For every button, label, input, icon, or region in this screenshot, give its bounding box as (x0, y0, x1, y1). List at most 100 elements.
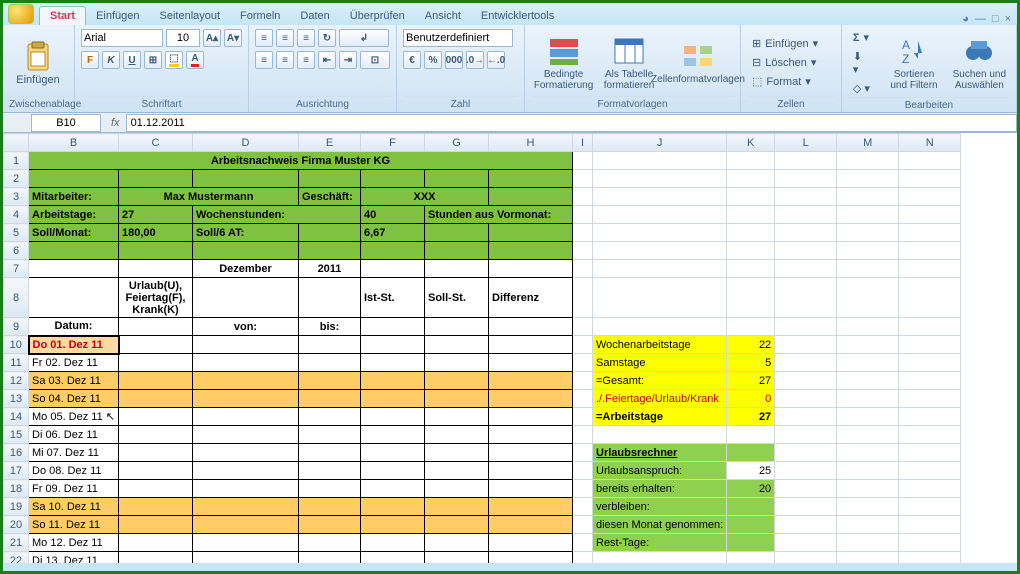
align-top-icon[interactable]: ≡ (255, 29, 273, 47)
side-val-3: 0 (727, 390, 775, 408)
align-left-icon[interactable]: ≡ (255, 51, 273, 69)
formula-input[interactable] (126, 114, 1017, 132)
group-number: Zahl (403, 96, 518, 110)
col-header-G[interactable]: G (425, 134, 489, 152)
col-header-L[interactable]: L (775, 134, 837, 152)
col-header-I[interactable]: I (573, 134, 593, 152)
insert-cells-button[interactable]: ⊞Einfügen ▾ (747, 35, 823, 52)
maximize-icon[interactable]: □ (992, 13, 999, 25)
ribbon-tabs: Start Einfügen Seitenlayout Formeln Date… (3, 3, 1017, 25)
sort-filter-button[interactable]: AZ Sortieren und Filtern (883, 30, 944, 96)
col-header-F[interactable]: F (361, 134, 425, 152)
minimize-icon[interactable]: — (975, 13, 986, 25)
name-box[interactable] (31, 114, 101, 132)
title-cell[interactable]: Arbeitsnachweis Firma Muster KG (29, 152, 573, 170)
bold-button[interactable]: F (81, 51, 99, 69)
side-val-11 (727, 534, 775, 552)
office-button[interactable] (8, 4, 34, 24)
delete-cells-button[interactable]: ⊟Löschen ▾ (747, 54, 823, 71)
autosum-button[interactable]: Σ ▾ (848, 29, 875, 46)
fill-color-button[interactable]: ⬚ (165, 51, 183, 69)
group-edit: Bearbeiten (848, 97, 1010, 111)
side-label-10: diesen Monat genommen: (593, 516, 727, 534)
col-header-K[interactable]: K (727, 134, 775, 152)
svg-text:A: A (902, 38, 910, 52)
find-select-button[interactable]: Suchen und Auswählen (949, 30, 1010, 96)
col-header-N[interactable]: N (899, 134, 961, 152)
dec-decimal-icon[interactable]: ←.0 (487, 51, 505, 69)
percent-icon[interactable]: % (424, 51, 442, 69)
font-color-button[interactable]: A (186, 51, 204, 69)
side-val-2: 27 (727, 372, 775, 390)
fill-button[interactable]: ⬇ ▾ (848, 48, 875, 78)
tab-einfuegen[interactable]: Einfügen (86, 7, 149, 25)
orientation-icon[interactable]: ↻ (318, 29, 336, 47)
number-format-select[interactable] (403, 29, 513, 47)
help-icon[interactable]: ◕ (962, 13, 969, 25)
side-val-4: 27 (727, 408, 775, 426)
tab-ueberpruefen[interactable]: Überprüfen (340, 7, 415, 25)
group-clipboard: Zwischenablage (9, 96, 68, 110)
inc-decimal-icon[interactable]: .0→ (466, 51, 484, 69)
col-header-D[interactable]: D (193, 134, 299, 152)
side-label-8: bereits erhalten: (593, 480, 727, 498)
clear-button[interactable]: ◇ ▾ (848, 80, 875, 97)
tab-entwicklertools[interactable]: Entwicklertools (471, 7, 564, 25)
col-header-B[interactable]: B (29, 134, 119, 152)
binoculars-icon (963, 35, 995, 67)
side-val-8: 20 (727, 480, 775, 498)
worksheet[interactable]: BCDEFGHIJKLMN1Arbeitsnachweis Firma Must… (3, 133, 1017, 563)
wrap-text-button[interactable]: ↲ (339, 29, 389, 47)
close-icon[interactable]: × (1005, 13, 1011, 25)
comma-icon[interactable]: 000 (445, 51, 463, 69)
clipboard-icon (22, 40, 54, 72)
side-label-1: Samstage (593, 354, 727, 372)
side-val-1: 5 (727, 354, 775, 372)
conditional-formatting-button[interactable]: Bedingte Formatierung (531, 30, 596, 96)
astable-label: Als Tabelle formatieren (601, 69, 657, 91)
tab-seitenlayout[interactable]: Seitenlayout (150, 7, 231, 25)
paste-button[interactable]: Einfügen (9, 30, 67, 96)
format-cells-button[interactable]: ⬚Format ▾ (747, 73, 823, 90)
svg-text:Z: Z (902, 52, 909, 66)
cell-styles-button[interactable]: Zellenformatvorlagen (662, 30, 734, 96)
cond-label: Bedingte Formatierung (532, 69, 595, 91)
tab-daten[interactable]: Daten (290, 7, 339, 25)
side-label-7: Urlaubsanspruch: (593, 462, 727, 480)
tab-start[interactable]: Start (39, 6, 86, 25)
align-right-icon[interactable]: ≡ (297, 51, 315, 69)
grow-font-icon[interactable]: A▴ (203, 29, 221, 47)
format-as-table-button[interactable]: Als Tabelle formatieren (600, 30, 658, 96)
shrink-font-icon[interactable]: A▾ (224, 29, 242, 47)
side-label-0: Wochenarbeitstage (593, 336, 727, 354)
side-label-6: Urlaubsrechner (593, 444, 727, 462)
tab-formeln[interactable]: Formeln (230, 7, 290, 25)
col-header-H[interactable]: H (489, 134, 573, 152)
group-styles: Formatvorlagen (531, 96, 734, 110)
border-button[interactable]: ⊞ (144, 51, 162, 69)
align-bottom-icon[interactable]: ≡ (297, 29, 315, 47)
group-cells: Zellen (747, 96, 835, 110)
col-header-C[interactable]: C (119, 134, 193, 152)
sort-icon: AZ (898, 35, 930, 67)
side-label-2: =Gesamt: (593, 372, 727, 390)
font-name-input[interactable] (81, 29, 163, 47)
side-val-7: 25 (727, 462, 775, 480)
format-icon: ⬚ (752, 75, 762, 88)
col-header-E[interactable]: E (299, 134, 361, 152)
side-val-0: 22 (727, 336, 775, 354)
indent-inc-icon[interactable]: ⇥ (339, 51, 357, 69)
merge-button[interactable]: ⊡ (360, 51, 390, 69)
align-center-icon[interactable]: ≡ (276, 51, 294, 69)
italic-button[interactable]: K (102, 51, 120, 69)
font-size-input[interactable] (166, 29, 200, 47)
col-header-M[interactable]: M (837, 134, 899, 152)
fx-icon[interactable]: fx (105, 117, 126, 129)
cond-format-icon (548, 35, 580, 67)
align-middle-icon[interactable]: ≡ (276, 29, 294, 47)
tab-ansicht[interactable]: Ansicht (415, 7, 471, 25)
indent-dec-icon[interactable]: ⇤ (318, 51, 336, 69)
underline-button[interactable]: U (123, 51, 141, 69)
col-header-J[interactable]: J (593, 134, 727, 152)
currency-icon[interactable]: € (403, 51, 421, 69)
